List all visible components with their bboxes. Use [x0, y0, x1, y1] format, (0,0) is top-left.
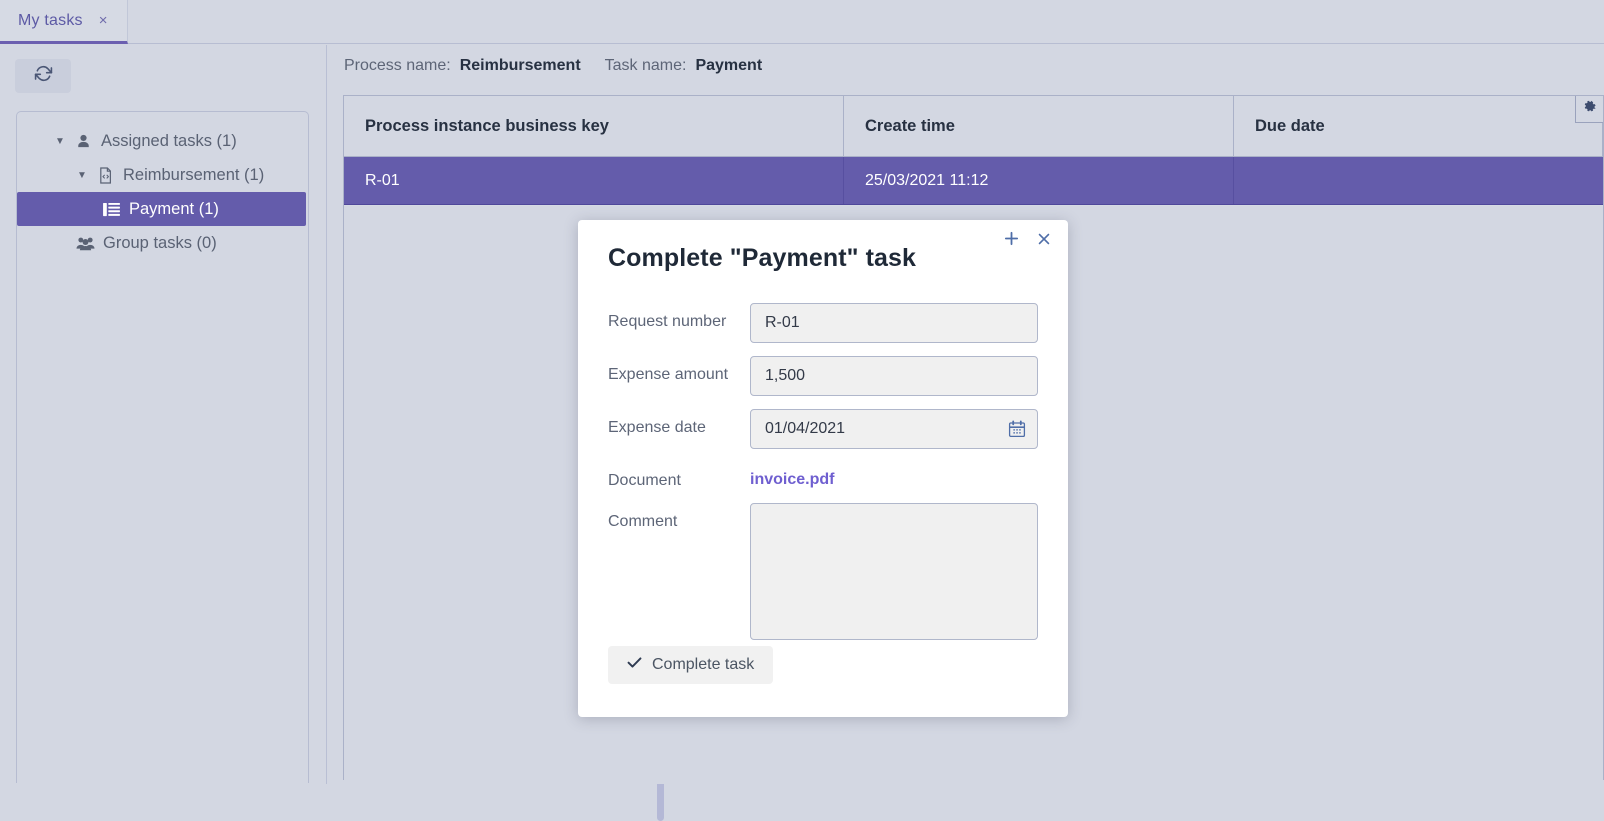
cell-create-time: 25/03/2021 11:12 — [844, 157, 1234, 204]
tree-item-group-tasks[interactable]: Group tasks (0) — [17, 226, 308, 260]
tab-my-tasks[interactable]: My tasks × — [0, 0, 129, 44]
plus-icon[interactable] — [1003, 230, 1020, 247]
tree-item-label: Assigned tasks (1) — [101, 131, 237, 150]
cell-value: 25/03/2021 11:12 — [865, 171, 989, 189]
check-icon — [627, 656, 642, 674]
sidebar-item-payment[interactable]: Payment (1) — [17, 192, 306, 226]
close-icon[interactable] — [1036, 231, 1052, 247]
cell-business-key: R-01 — [344, 157, 844, 204]
process-name-value: Reimbursement — [459, 57, 581, 74]
expense-date-input[interactable] — [750, 409, 1038, 449]
column-header-label: Process instance business key — [365, 116, 609, 135]
refresh-icon — [34, 64, 53, 88]
document-link[interactable]: invoice.pdf — [750, 462, 834, 489]
expense-date-label: Expense date — [608, 419, 706, 436]
process-name-label: Process name: — [344, 57, 451, 74]
task-form: Request number Expense amount Expense da… — [608, 303, 1038, 658]
column-header-business-key[interactable]: Process instance business key — [344, 96, 844, 156]
table-header-row: Process instance business key Create tim… — [344, 96, 1603, 157]
tree-item-assigned-tasks[interactable]: ▼ Assigned tasks (1) — [17, 124, 308, 158]
sidebar-scrollbar-track[interactable] — [328, 45, 664, 821]
calendar-icon[interactable] — [1008, 420, 1026, 443]
user-icon — [72, 134, 94, 149]
tab-bar: My tasks × — [0, 0, 1604, 44]
file-code-icon — [94, 166, 116, 184]
column-header-create-time[interactable]: Create time — [844, 96, 1234, 156]
document-label: Document — [608, 472, 681, 489]
tree-item-label: Group tasks (0) — [103, 233, 217, 252]
tree-item-label: Reimbursement (1) — [123, 165, 265, 184]
task-name-label: Task name: — [604, 57, 687, 74]
users-icon — [74, 236, 96, 251]
cell-value: R-01 — [365, 171, 400, 189]
tree-item-reimbursement[interactable]: ▼ Reimbursement (1) — [17, 158, 308, 192]
request-number-label: Request number — [608, 313, 727, 330]
complete-task-dialog: Complete "Payment" task Request number E… — [578, 220, 1068, 717]
form-row-expense-date: Expense date — [608, 409, 1038, 449]
complete-task-label: Complete task — [652, 656, 755, 673]
expense-amount-label: Expense amount — [608, 366, 729, 383]
expense-amount-input[interactable] — [750, 356, 1038, 396]
task-name-value: Payment — [695, 57, 763, 74]
column-header-due-date[interactable]: Due date — [1234, 96, 1603, 156]
refresh-button[interactable] — [15, 59, 71, 93]
form-row-request-number: Request number — [608, 303, 1038, 343]
request-number-input[interactable] — [750, 303, 1038, 343]
sidebar: ▼ Assigned tasks (1) ▼ Reimbursement (1) — [0, 45, 327, 784]
list-icon — [100, 202, 122, 217]
table-row[interactable]: R-01 25/03/2021 11:12 — [344, 157, 1603, 205]
form-row-comment: Comment — [608, 503, 1038, 645]
column-header-label: Create time — [865, 116, 955, 135]
complete-task-button[interactable]: Complete task — [608, 646, 774, 684]
sidebar-item-label: Payment (1) — [129, 199, 219, 218]
form-row-expense-amount: Expense amount — [608, 356, 1038, 396]
tab-label: My tasks — [18, 11, 83, 29]
chevron-down-icon[interactable]: ▼ — [74, 170, 90, 181]
dialog-toolbar — [1003, 230, 1052, 247]
table-settings-button[interactable] — [1575, 96, 1603, 123]
cell-due-date — [1234, 157, 1603, 204]
close-icon[interactable]: × — [99, 13, 108, 28]
comment-label: Comment — [608, 513, 678, 530]
task-tree: ▼ Assigned tasks (1) ▼ Reimbursement (1) — [16, 111, 309, 783]
breadcrumb: Process name: Reimbursement Task name: P… — [344, 57, 762, 75]
chevron-down-icon[interactable]: ▼ — [52, 136, 68, 147]
dialog-title: Complete "Payment" task — [608, 244, 917, 272]
comment-textarea[interactable] — [750, 503, 1038, 640]
column-header-label: Due date — [1255, 116, 1325, 135]
form-row-document: Document invoice.pdf — [608, 462, 1038, 490]
gear-icon — [1583, 100, 1597, 119]
